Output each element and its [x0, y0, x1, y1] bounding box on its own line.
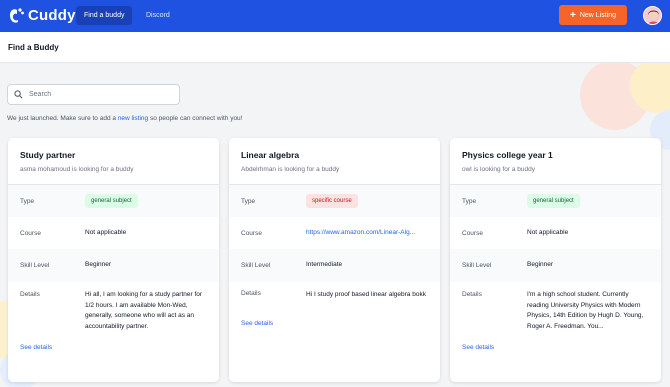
skill-label: Skill Level	[20, 262, 50, 269]
app-name: Cuddy	[28, 6, 76, 24]
see-details-link[interactable]: See details	[229, 320, 440, 327]
see-details-link[interactable]: See details	[450, 344, 661, 351]
course-value: Not applicable	[527, 228, 569, 236]
nav-discord[interactable]: Discord	[138, 6, 178, 25]
new-listing-link[interactable]: new listing	[118, 115, 148, 122]
nav-find-buddy[interactable]: Find a buddy	[76, 6, 133, 25]
card-title: Study partner	[20, 150, 76, 160]
listing-card[interactable]: Linear algebra Abdelrhman is looking for…	[229, 138, 440, 382]
card-subtitle: asma mohamoud is looking for a buddy	[20, 166, 134, 173]
type-label: Type	[462, 197, 477, 205]
top-navbar: Cuddy Find a buddy Discord + New Listing	[0, 0, 670, 32]
skill-value: Beginner	[527, 261, 554, 269]
course-link[interactable]: https://www.amazon.com/Linear-Alg...	[306, 228, 428, 239]
course-label: Course	[20, 229, 41, 237]
details-label: Details	[20, 291, 40, 298]
page-header: Find a Buddy	[0, 32, 670, 63]
details-label: Details	[241, 290, 261, 297]
card-subtitle: Abdelrhman is looking for a buddy	[241, 166, 340, 173]
listing-card[interactable]: Study partner asma mohamoud is looking f…	[8, 138, 219, 382]
see-details-link[interactable]: See details	[8, 344, 219, 351]
launch-notice: We just launched. Make sure to add a new…	[7, 115, 242, 122]
details-value: I'm a high school student. Currently rea…	[527, 291, 644, 330]
type-label: Type	[20, 197, 35, 205]
search-icon	[14, 90, 23, 99]
type-label: Type	[241, 197, 256, 205]
details-label: Details	[462, 291, 482, 298]
skill-label: Skill Level	[462, 262, 492, 269]
notice-text-start: We just launched. Make sure to add a	[7, 115, 118, 122]
search-box[interactable]	[7, 84, 180, 105]
course-label: Course	[462, 229, 483, 237]
page-title: Find a Buddy	[8, 43, 59, 52]
plus-icon: +	[569, 9, 576, 21]
type-badge: general subject	[527, 193, 580, 209]
type-badge: general subject	[85, 193, 138, 209]
card-title: Linear algebra	[241, 150, 300, 160]
details-value: Hi I study proof based linear algebra bo…	[306, 291, 426, 298]
skill-label: Skill Level	[241, 262, 271, 269]
new-listing-label: New Listing	[579, 11, 617, 19]
search-input[interactable]	[29, 91, 169, 98]
logo[interactable]: Cuddy	[6, 5, 76, 25]
skill-value: Beginner	[85, 261, 112, 269]
listing-card[interactable]: Physics college year 1 owl is looking fo…	[450, 138, 661, 382]
avatar[interactable]	[643, 6, 662, 25]
course-label: Course	[241, 229, 262, 237]
card-title: Physics college year 1	[462, 150, 553, 160]
course-value: Not applicable	[85, 228, 127, 236]
paw-logo-icon	[10, 8, 24, 23]
details-value: Hi all, I am looking for a study partner…	[85, 291, 203, 330]
notice-text-end: so people can connect with you!	[148, 115, 243, 122]
new-listing-button[interactable]: + New Listing	[559, 5, 627, 25]
type-badge: specific course	[306, 193, 358, 209]
card-subtitle: owl is looking for a buddy	[462, 166, 535, 173]
avatar-image	[644, 7, 661, 24]
skill-value: Intermediate	[306, 261, 343, 269]
